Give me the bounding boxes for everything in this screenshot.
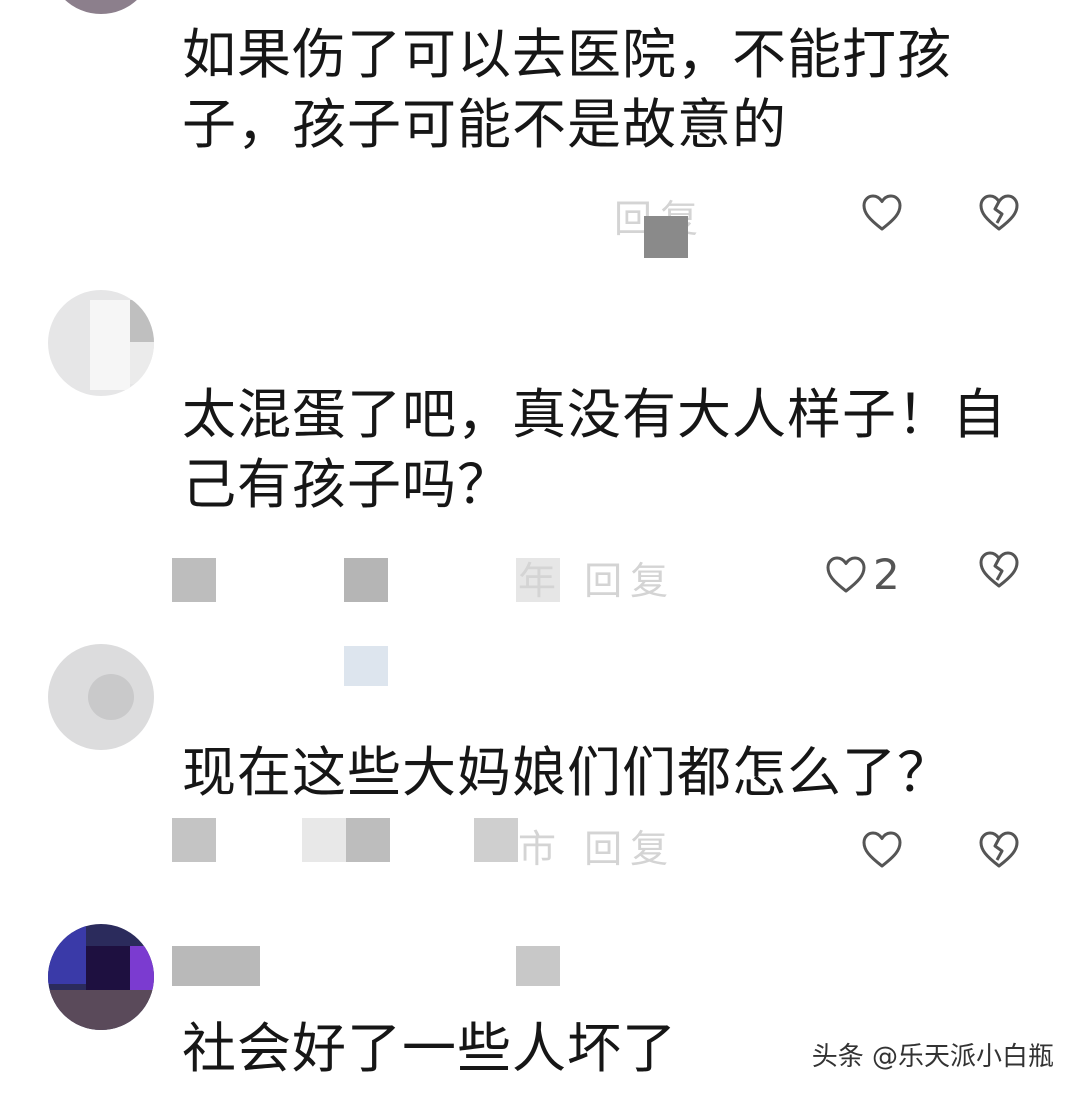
comment-meta: 市 回复 — [172, 816, 712, 876]
dislike-button[interactable] — [978, 193, 1020, 233]
mosaic-block — [344, 558, 388, 602]
dislike-button[interactable] — [978, 550, 1020, 590]
avatar-mosaic — [90, 300, 130, 390]
username-blur — [516, 946, 560, 986]
avatar-mosaic — [48, 924, 86, 984]
avatar[interactable] — [48, 644, 154, 750]
mosaic-block — [346, 818, 390, 862]
mosaic-block — [172, 558, 216, 602]
username-blur — [172, 946, 262, 986]
broken-heart-icon — [979, 831, 1019, 868]
comment-meta: 回复 — [172, 186, 712, 258]
heart-outline-icon — [862, 194, 902, 231]
mosaic-block — [302, 818, 346, 862]
avatar-mosaic — [130, 342, 154, 384]
like-count: 2 — [873, 550, 900, 599]
comment-text: 太混蛋了吧，真没有大人样子！自己有孩子吗？ — [182, 383, 1007, 516]
heart-outline-icon — [862, 831, 902, 868]
avatar-mosaic — [130, 946, 154, 990]
dislike-button[interactable] — [978, 830, 1020, 870]
like-button[interactable]: 2 — [825, 550, 900, 599]
mosaic-block — [172, 946, 260, 986]
avatar[interactable] — [48, 924, 154, 1030]
heart-outline-icon — [826, 556, 866, 592]
avatar-mosaic — [88, 674, 134, 720]
reply-link[interactable]: 年 回复 — [518, 550, 676, 605]
avatar[interactable] — [48, 0, 154, 14]
watermark: 头条 @乐天派小白瓶 — [811, 1042, 1054, 1072]
reply-link[interactable]: 市 回复 — [518, 818, 676, 873]
broken-heart-icon — [979, 194, 1019, 231]
comment-text: 如果伤了可以去医院，不能打孩子，孩子可能不是故意的 — [182, 23, 952, 156]
comment-text: 现在这些大妈娘们们都怎么了？ — [182, 741, 952, 804]
avatar-mosaic — [130, 300, 154, 342]
mosaic-block — [516, 946, 560, 986]
mosaic-block — [344, 646, 388, 686]
username-blur — [344, 646, 388, 686]
mosaic-block — [172, 818, 216, 862]
avatar-mosaic — [48, 990, 154, 1030]
mosaic-block — [474, 818, 518, 862]
comment-meta: 年 回复 — [172, 548, 712, 608]
mosaic-block — [644, 216, 688, 258]
broken-heart-icon — [979, 551, 1019, 588]
avatar-mosaic — [86, 946, 130, 990]
like-button[interactable] — [861, 830, 909, 870]
like-button[interactable] — [861, 193, 909, 233]
avatar[interactable] — [48, 290, 154, 396]
